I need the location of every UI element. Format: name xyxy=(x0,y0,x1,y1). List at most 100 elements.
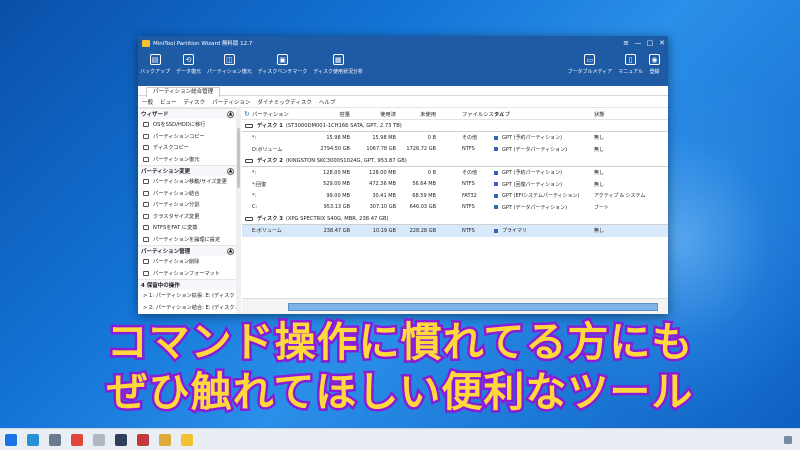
partition-recovery-button[interactable]: ◫ パーティション復元 xyxy=(207,52,252,75)
table-cell: D:ボリューム xyxy=(252,146,283,153)
table-cell: GPT (回復パーティション) xyxy=(494,181,594,188)
table-row[interactable]: *: 15.98 MB 15.98 MB 0 B その他 GPT (予約パーティション) 無… xyxy=(242,132,668,144)
table-cell: 15.98 MB xyxy=(372,134,396,141)
menu-item[interactable]: ダイナミックディスク xyxy=(257,98,312,106)
partition-recovery-icon: ◫ xyxy=(223,54,235,65)
column-header[interactable]: タイプ xyxy=(494,110,594,118)
menu-item[interactable]: 一般 xyxy=(142,98,153,106)
collapse-icon[interactable]: ▲ xyxy=(227,247,234,255)
sidebar-item-icon xyxy=(143,213,149,219)
tray-icon[interactable] xyxy=(784,435,792,444)
sidebar-item[interactable]: パーティション削除 xyxy=(138,256,237,268)
sidebar-item-label: パーティション移動/サイズ変更 xyxy=(153,179,227,186)
sidebar-item-label: ディスクコピー xyxy=(153,145,189,152)
table-row[interactable]: E:ボリューム 238.47 GB 10.19 GB 228.28 GB NTFS プライ… xyxy=(242,225,668,237)
menu-icon[interactable]: ≡ xyxy=(620,39,632,47)
sidebar-item[interactable]: パーティション結合 xyxy=(138,188,237,200)
table-header: パーティション 容量 使用済 未使用 ファイルシステム タイプ 状態 ↻ xyxy=(242,108,668,120)
partition-table: パーティション 容量 使用済 未使用 ファイルシステム タイプ 状態 ↻ ディスク 1 (ST3… xyxy=(242,108,668,314)
sidebar-section-header[interactable]: パーティション変更 ▲ xyxy=(138,165,237,176)
backup-label: バックアップ xyxy=(140,69,171,75)
partition-type-label: GPT (データパーティション) xyxy=(502,204,568,211)
sidebar-item[interactable]: NTFSをFAT に変換 xyxy=(138,222,237,234)
sidebar-item[interactable]: パーティションフォーマット xyxy=(138,268,237,280)
windows-start-icon[interactable] xyxy=(5,433,17,446)
tab-partition-management[interactable]: パーティション総合管理 xyxy=(146,87,221,97)
table-row[interactable]: D:ボリューム 2794.50 GB 1067.78 GB 1726.72 GB NTF… xyxy=(242,144,668,156)
taskbar xyxy=(0,428,800,450)
column-header[interactable]: 使用済 xyxy=(350,110,396,118)
sidebar-item[interactable]: パーティション復元 xyxy=(138,154,237,166)
column-header[interactable]: 未使用 xyxy=(396,110,436,118)
sidebar-scrollbar[interactable] xyxy=(236,108,241,314)
edge-icon[interactable] xyxy=(27,433,39,446)
app-icon[interactable] xyxy=(93,433,105,446)
menu-item[interactable]: パーティション xyxy=(212,98,250,106)
toolbar: ▤ バックアップ ⟲ データ復元 ◫ パーティション復元 ▣ ディスクベンチマーク ▦ ディスク使… xyxy=(138,50,668,86)
data-recovery-button[interactable]: ⟲ データ復元 xyxy=(176,52,201,75)
recorder-icon[interactable] xyxy=(137,433,149,446)
table-cell: その他 xyxy=(462,135,478,142)
disk-header[interactable]: ディスク 3 (XPG SPECTRIX S40G, MBR, 238.47 GB… xyxy=(242,213,668,225)
sidebar-item[interactable]: パーティションコピー xyxy=(138,131,237,143)
register-icon: ◉ xyxy=(649,54,660,65)
tab-strip: パーティション総合管理 xyxy=(138,86,668,97)
table-row[interactable]: *: 128.00 MB 128.00 MB 0 B その他 GPT (予約パーティション… xyxy=(242,167,668,179)
sidebar-section-header[interactable]: 4 保留中の操作 xyxy=(138,279,237,290)
sidebar-item[interactable]: ディスクコピー xyxy=(138,142,237,154)
system-tray xyxy=(780,435,792,444)
sidebar-item-icon xyxy=(143,270,149,276)
sidebar-item-icon xyxy=(143,236,149,242)
table-row[interactable]: C: 953.13 GB 307.10 GB 646.03 GB NTFS GPT (デー… xyxy=(242,202,668,214)
table-row[interactable]: *:回復 529.00 MB 472.36 MB 56.64 MB NTFS GPT (回… xyxy=(242,179,668,191)
menu-item[interactable]: ビュー xyxy=(160,98,177,106)
disk-benchmark-icon: ▣ xyxy=(277,54,289,65)
partition-type-label: GPT (予約パーティション) xyxy=(502,135,563,142)
column-header[interactable]: 容量 xyxy=(304,110,350,118)
partition-type-label: GPT (EFIシステムパーティション) xyxy=(502,193,580,200)
bootable-media-button[interactable]: ▭ ブータブルメディア xyxy=(567,52,612,75)
sidebar-item[interactable]: > 1: パーティション拡張: E: (ディスク 3 パ... xyxy=(138,290,237,302)
sidebar-item[interactable]: クラスタサイズ変更 xyxy=(138,211,237,223)
sidebar-item-label: NTFSをFAT に変換 xyxy=(153,225,198,232)
steam-icon[interactable] xyxy=(115,433,127,446)
sidebar-item[interactable]: OSをSSD/HDDに移行 xyxy=(138,119,237,131)
sidebar-item-label: パーティションを論理に設定 xyxy=(153,236,221,243)
backup-button[interactable]: ▤ バックアップ xyxy=(140,52,170,75)
minimize-icon[interactable]: — xyxy=(632,39,644,47)
data-recovery-icon: ⟲ xyxy=(183,54,195,65)
column-header[interactable]: 状態 xyxy=(594,110,654,118)
settings-icon[interactable] xyxy=(49,433,61,446)
sidebar-item[interactable]: パーティションを論理に設定 xyxy=(138,234,237,246)
table-cell: 無し xyxy=(594,181,605,188)
table-cell: 472.36 MB xyxy=(369,181,396,188)
partition-type-icon xyxy=(494,147,498,152)
table-cell: 128.00 MB xyxy=(369,169,396,176)
menu-item[interactable]: ヘルプ xyxy=(319,98,336,106)
disk-header[interactable]: ディスク 1 (ST3000DM001-1CH166 SATA, GPT, 2.7… xyxy=(242,120,668,132)
table-cell: GPT (データパーティション) xyxy=(494,146,594,153)
chrome-icon[interactable] xyxy=(71,433,83,446)
refresh-icon[interactable]: ↻ xyxy=(244,110,250,118)
manual-button[interactable]: ▯ マニュアル xyxy=(618,52,643,75)
collapse-icon[interactable]: ▲ xyxy=(227,110,234,118)
disk-header[interactable]: ディスク 2 (KINGSTON SKC3000S1024G, GPT, 953.… xyxy=(242,155,668,167)
chrome-icon[interactable] xyxy=(159,433,171,446)
collapse-icon[interactable]: ▲ xyxy=(227,167,234,175)
menu-item[interactable]: ディスク xyxy=(184,98,206,106)
maximize-icon[interactable]: □ xyxy=(644,39,656,47)
sidebar-item[interactable]: パーティション移動/サイズ変更 xyxy=(138,176,237,188)
close-icon[interactable]: ✕ xyxy=(656,39,668,47)
disk-benchmark-button[interactable]: ▣ ディスクベンチマーク xyxy=(258,52,307,75)
space-analyzer-button[interactable]: ▦ ディスク使用状況分析 xyxy=(313,52,363,75)
partition-type-icon xyxy=(494,182,498,187)
column-header[interactable]: ファイルシステム xyxy=(436,110,504,118)
register-button[interactable]: ◉ 登録 xyxy=(649,52,660,75)
sidebar-section-header[interactable]: パーティション管理 ▲ xyxy=(138,245,237,256)
partition-wizard-icon[interactable] xyxy=(181,433,193,446)
sidebar-section-header[interactable]: ウィザード ▲ xyxy=(138,108,237,119)
table-row[interactable]: *: 99.00 MB 30.41 MB 68.59 MB FAT32 GPT (EFIシ… xyxy=(242,190,668,202)
sidebar-item[interactable]: パーティション分割 xyxy=(138,199,237,211)
column-header[interactable]: パーティション xyxy=(242,110,304,118)
manual-label: マニュアル xyxy=(618,69,643,75)
